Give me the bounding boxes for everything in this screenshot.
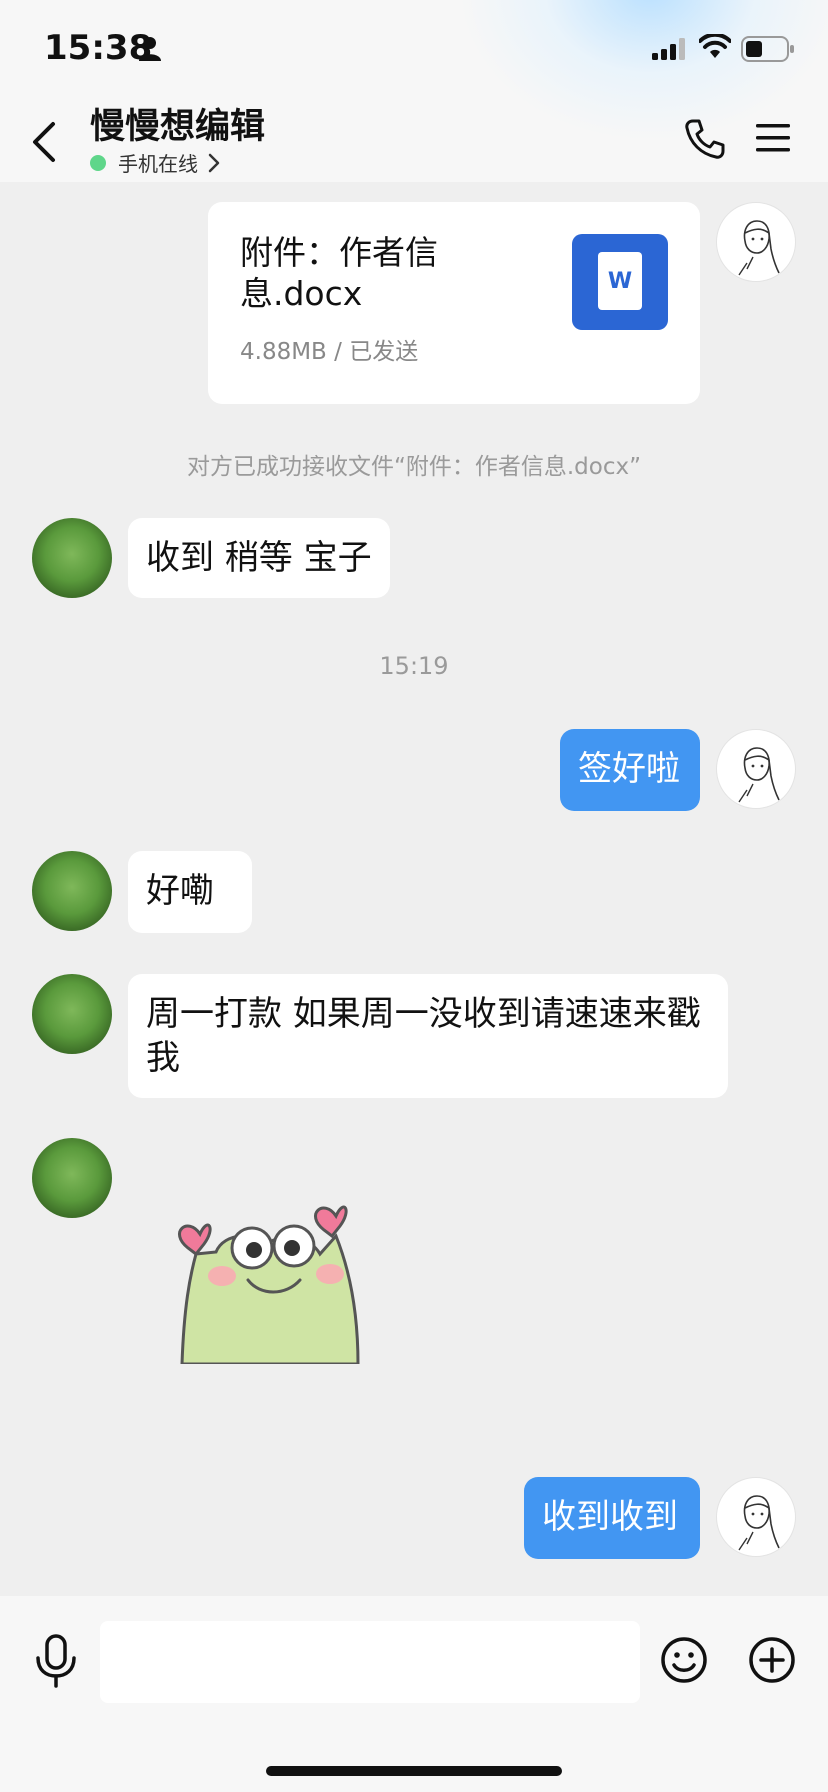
online-dot (90, 154, 106, 171)
signal-icon (652, 38, 685, 60)
word-document-icon: W (572, 234, 668, 330)
my-message-1[interactable]: 签好啦 (560, 729, 700, 811)
online-status[interactable]: 手机在线 (90, 148, 220, 177)
microphone-icon[interactable] (34, 1634, 78, 1688)
phone-call-icon[interactable] (684, 118, 726, 160)
peer-message-1[interactable]: 收到 稍等 宝子 (128, 518, 390, 598)
header-glow (460, 0, 828, 140)
sketch-portrait-icon (738, 1495, 780, 1551)
my-message-2[interactable]: 收到收到 (524, 1477, 700, 1559)
frog-hearts-sticker[interactable] (160, 1196, 380, 1364)
peer-message-3[interactable]: 周一打款 如果周一没收到请速速来戳我 (128, 974, 728, 1098)
person-icon (139, 37, 161, 61)
sketch-portrait-icon (738, 220, 780, 276)
peer-message-2[interactable]: 好嘞 (128, 851, 252, 933)
status-time: 15:38 (44, 28, 153, 68)
top-header: 15:38 慢慢想编辑 手机在线 (0, 0, 828, 182)
file-name: 附件：作者信息.docx (240, 233, 438, 313)
peer-avatar[interactable] (32, 518, 112, 598)
chevron-right-icon (208, 153, 220, 172)
peer-avatar[interactable] (32, 851, 112, 931)
file-message-card[interactable]: 附件：作者信息.docx 4.88MB / 已发送 W (208, 202, 700, 404)
my-avatar[interactable] (716, 202, 796, 282)
peer-avatar[interactable] (32, 1138, 112, 1218)
menu-icon[interactable] (756, 122, 790, 154)
plus-icon[interactable] (748, 1636, 796, 1684)
back-button[interactable] (24, 116, 64, 168)
file-meta: 4.88MB / 已发送 (240, 339, 419, 365)
online-status-label: 手机在线 (118, 152, 198, 176)
chat-title: 慢慢想编辑 (90, 107, 266, 147)
input-bar (0, 1596, 828, 1792)
message-input[interactable] (100, 1621, 640, 1703)
peer-avatar[interactable] (32, 974, 112, 1054)
my-avatar[interactable] (716, 1477, 796, 1557)
wifi-icon (699, 34, 731, 58)
word-icon-letter: W (598, 252, 642, 310)
file-received-note: 对方已成功接收文件“附件：作者信息.docx” (186, 454, 642, 480)
timestamp: 15:19 (379, 652, 449, 680)
sketch-portrait-icon (738, 747, 780, 803)
home-indicator (266, 1766, 562, 1776)
my-avatar[interactable] (716, 729, 796, 809)
battery-icon (741, 36, 794, 62)
emoji-icon[interactable] (660, 1636, 708, 1684)
chevron-left-icon (33, 122, 55, 162)
